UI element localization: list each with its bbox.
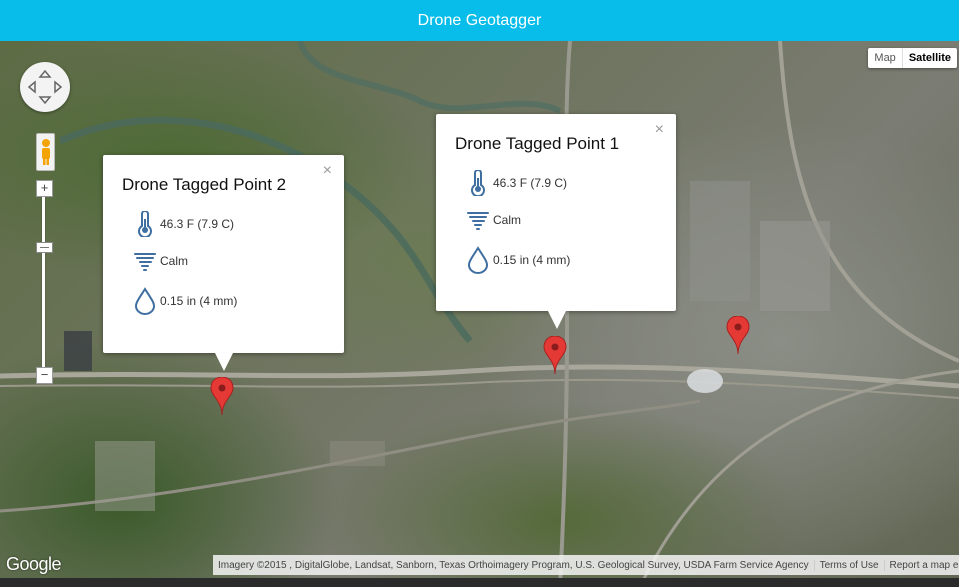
thermometer-icon [463, 170, 493, 196]
google-logo[interactable]: Google [6, 554, 62, 575]
water-drop-icon [463, 246, 493, 274]
terms-of-use-link[interactable]: Terms of Use [813, 559, 884, 571]
map-type-control: Map Satellite [868, 48, 957, 68]
app-title: Drone Geotagger [417, 11, 542, 29]
close-icon[interactable]: × [655, 122, 664, 138]
wind-row: Calm [130, 251, 188, 271]
zoom-control: + − [36, 178, 53, 388]
precipitation-value: 0.15 in (4 mm) [493, 253, 571, 267]
map-marker-icon[interactable] [210, 377, 234, 415]
info-window-title: Drone Tagged Point 2 [122, 175, 287, 194]
map-type-map-button[interactable]: Map [868, 48, 901, 68]
map-type-satellite-button[interactable]: Satellite [901, 48, 957, 68]
info-window-tail [215, 353, 233, 371]
zoom-out-button[interactable]: − [36, 367, 53, 384]
wind-value: Calm [493, 213, 522, 227]
window-bottom-edge [0, 578, 959, 587]
pegman-icon [41, 139, 50, 165]
wind-value: Calm [160, 254, 189, 268]
info-window-tail [548, 311, 566, 329]
satellite-map[interactable]: Map Satellite + − × Drone Tagged Point 2… [0, 41, 959, 587]
precipitation-row: 0.15 in (4 mm) [130, 287, 237, 315]
wind-row: Calm [463, 210, 521, 230]
precipitation-row: 0.15 in (4 mm) [463, 246, 570, 274]
water-drop-icon [130, 287, 160, 315]
thermometer-icon [130, 211, 160, 237]
street-view-pegman[interactable] [36, 133, 55, 171]
map-attribution-bar: Imagery ©2015 , DigitalGlobe, Landsat, S… [213, 555, 959, 575]
map-marker-icon[interactable] [543, 336, 567, 374]
zoom-slider-track[interactable] [42, 188, 45, 376]
close-icon[interactable]: × [323, 163, 332, 179]
report-map-error-link[interactable]: Report a map error [883, 559, 959, 571]
info-window-point-2: × Drone Tagged Point 2 46.3 F (7.9 C) Ca… [103, 155, 344, 371]
map-marker-icon[interactable] [726, 316, 750, 354]
info-window-title: Drone Tagged Point 1 [455, 134, 620, 153]
zoom-slider-handle[interactable] [36, 242, 53, 253]
app-header: Drone Geotagger [0, 0, 959, 41]
pan-arrows-icon [27, 69, 63, 105]
precipitation-value: 0.15 in (4 mm) [160, 294, 238, 308]
temperature-value: 46.3 F (7.9 C) [493, 176, 568, 190]
temperature-row: 46.3 F (7.9 C) [463, 170, 567, 196]
temperature-value: 46.3 F (7.9 C) [160, 217, 235, 231]
temperature-row: 46.3 F (7.9 C) [130, 211, 234, 237]
tornado-icon [130, 251, 160, 271]
imagery-attribution: Imagery ©2015 , DigitalGlobe, Landsat, S… [218, 559, 809, 571]
tornado-icon [463, 210, 493, 230]
pan-control[interactable] [20, 62, 70, 112]
zoom-in-button[interactable]: + [36, 180, 53, 197]
info-window-point-1: × Drone Tagged Point 1 46.3 F (7.9 C) Ca… [436, 114, 676, 329]
